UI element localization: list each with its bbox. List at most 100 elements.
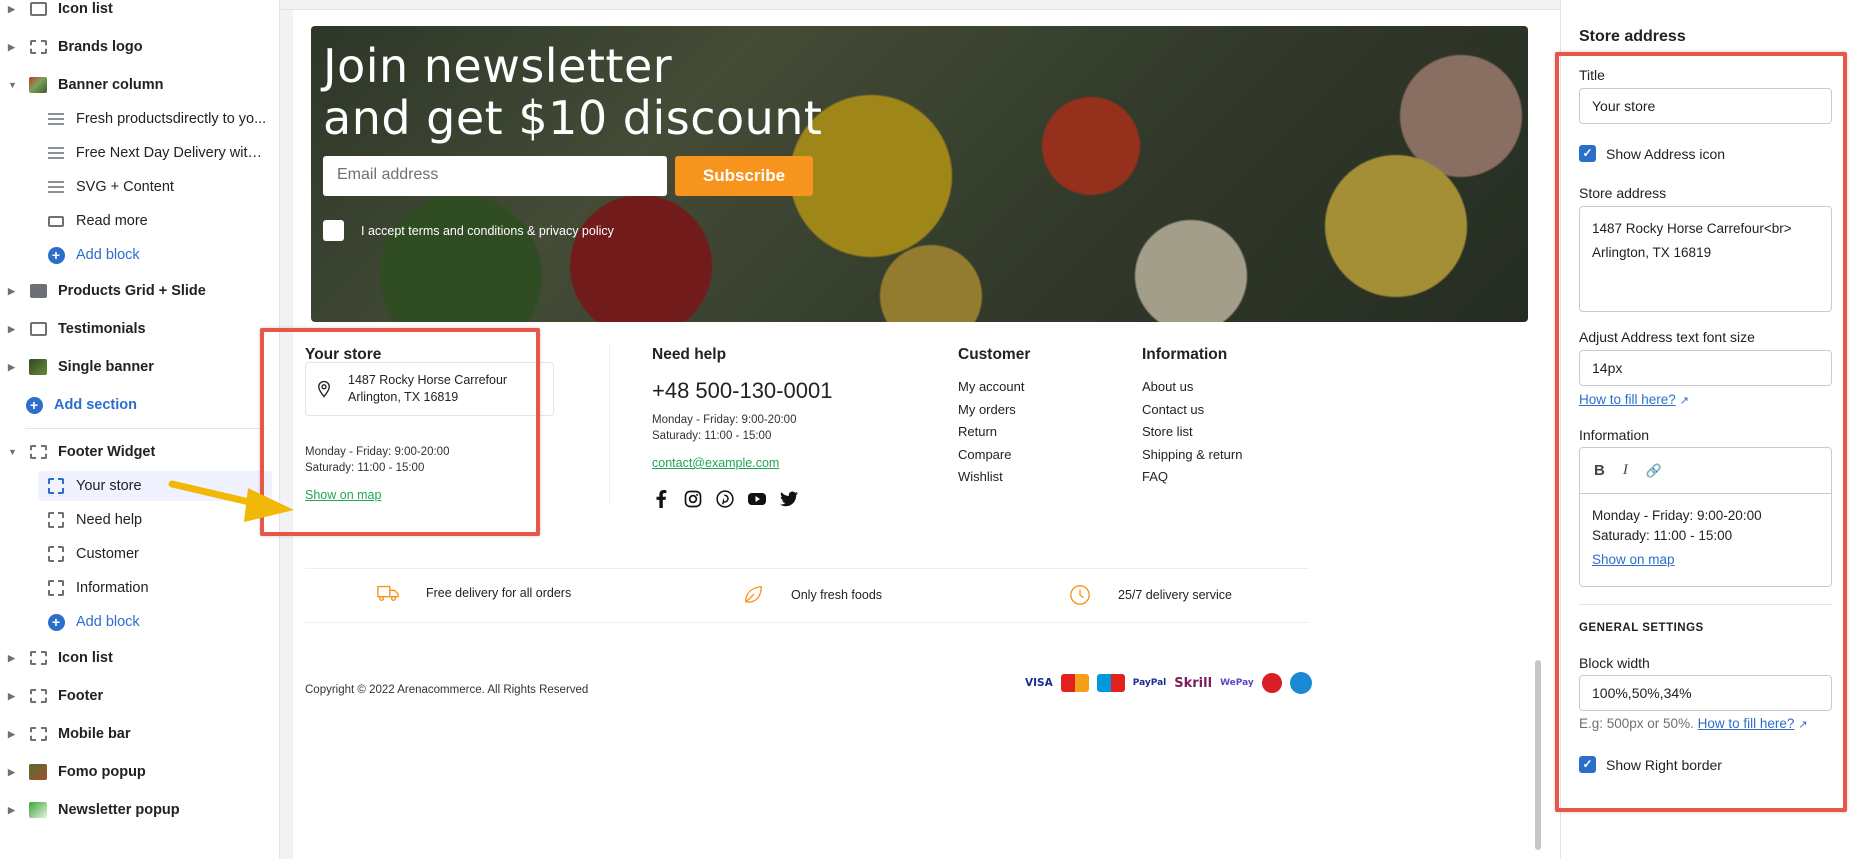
help-hours: Monday - Friday: 9:00-20:00 Saturady: 11… [652, 412, 832, 444]
copyright-text: Copyright © 2022 Arenacommerce. All Righ… [305, 684, 589, 696]
information-title: Information [1142, 346, 1228, 363]
section-icon [28, 38, 48, 56]
email-input[interactable]: Email address [323, 156, 667, 196]
block-free-delivery[interactable]: Free Next Day Delivery withi... [0, 138, 270, 168]
hours-line2: Saturady: 11:00 - 15:00 [652, 430, 772, 442]
payment-icons: VISA PayPal Skrill WePay [1025, 672, 1312, 694]
section-banner-column[interactable]: ▼ Banner column [0, 70, 270, 100]
dashed-block-icon [46, 511, 66, 529]
slicepay-icon [1289, 672, 1312, 694]
footer-need-help: Need help +48 500-130-0001 Monday - Frid… [652, 346, 832, 508]
menu-link-faq[interactable]: FAQ [1142, 466, 1242, 489]
banner-content: Join newsletter and get $10 discount [323, 40, 822, 144]
section-mobile-bar[interactable]: ▶ Mobile bar [0, 719, 270, 749]
chevron-right-icon[interactable]: ▶ [8, 691, 22, 702]
add-icon: + [24, 396, 44, 414]
chevron-down-icon[interactable]: ▼ [8, 447, 22, 457]
information-menu: About us Contact us Store list Shipping … [1142, 376, 1242, 489]
block-fresh-products[interactable]: Fresh productsdirectly to yo... [0, 104, 270, 134]
youtube-icon[interactable] [748, 490, 766, 508]
divider [305, 622, 1309, 623]
menu-link-about-us[interactable]: About us [1142, 376, 1242, 399]
block-read-more[interactable]: Read more [0, 206, 270, 236]
dashed-block-icon [46, 579, 66, 597]
section-label: Mobile bar [58, 726, 131, 742]
divider [305, 568, 1309, 569]
chevron-right-icon[interactable]: ▶ [8, 653, 22, 664]
block-information[interactable]: Information [0, 573, 270, 603]
add-icon: + [46, 613, 66, 631]
section-footer-widget[interactable]: ▼ Footer Widget [0, 437, 270, 467]
contact-email-link[interactable]: contact@example.com [652, 456, 832, 470]
chevron-right-icon[interactable]: ▶ [8, 324, 22, 335]
highlight-settings [1555, 52, 1847, 812]
chevron-right-icon[interactable]: ▶ [8, 362, 22, 373]
section-testimonials[interactable]: ▶ Testimonials [0, 314, 270, 344]
terms-row: I accept terms and conditions & privacy … [323, 220, 614, 241]
banner-title-line2: and get $10 discount [323, 91, 823, 145]
menu-link-shipping-return[interactable]: Shipping & return [1142, 444, 1242, 467]
preview-scrollbar[interactable] [1535, 660, 1541, 850]
help-phone[interactable]: +48 500-130-0001 [652, 378, 832, 404]
chevron-right-icon[interactable]: ▶ [8, 729, 22, 740]
section-icon-list-top[interactable]: ▶ Icon list [0, 0, 270, 24]
terms-checkbox[interactable] [323, 220, 344, 241]
feature-free-delivery: Free delivery for all orders [377, 582, 571, 604]
dashed-block-icon [46, 477, 66, 495]
photo-icon [28, 76, 48, 94]
footer-customer: Customer My account My orders Return Com… [958, 346, 1030, 489]
add-section-button[interactable]: + Add section [0, 390, 270, 420]
hours-line1: Monday - Friday: 9:00-20:00 [652, 414, 797, 426]
section-label: Banner column [58, 77, 164, 93]
block-label: Information [76, 580, 149, 596]
section-icon [28, 0, 48, 18]
facebook-icon[interactable] [652, 490, 670, 508]
customer-menu: My account My orders Return Compare Wish… [958, 376, 1030, 489]
chevron-right-icon[interactable]: ▶ [8, 805, 22, 816]
section-label: Footer [58, 688, 104, 704]
chevron-right-icon[interactable]: ▶ [8, 4, 22, 15]
preview-top-strip [280, 0, 1560, 10]
add-section-label: Add section [54, 397, 137, 413]
twitter-icon[interactable] [780, 490, 798, 508]
menu-link-my-account[interactable]: My account [958, 376, 1030, 399]
section-fomo-popup[interactable]: ▶ Fomo popup [0, 757, 270, 787]
section-icon-list[interactable]: ▶ Icon list [0, 643, 270, 673]
feature-label: 25/7 delivery service [1118, 588, 1232, 602]
block-svg-content[interactable]: SVG + Content [0, 172, 270, 202]
block-customer[interactable]: Customer [0, 539, 270, 569]
chevron-right-icon[interactable]: ▶ [8, 42, 22, 53]
wepay-icon: WePay [1220, 678, 1254, 688]
block-label: Free Next Day Delivery withi... [75, 145, 270, 161]
menu-link-store-list[interactable]: Store list [1142, 421, 1242, 444]
section-icon [28, 443, 48, 461]
menu-link-compare[interactable]: Compare [958, 444, 1030, 467]
section-icon [28, 725, 48, 743]
menu-link-return[interactable]: Return [958, 421, 1030, 444]
add-block-button[interactable]: + Add block [0, 240, 270, 270]
section-footer[interactable]: ▶ Footer [0, 681, 270, 711]
section-single-banner[interactable]: ▶ Single banner [0, 352, 270, 382]
add-block-button[interactable]: + Add block [0, 607, 270, 637]
section-newsletter-popup[interactable]: ▶ Newsletter popup [0, 795, 270, 825]
menu-link-my-orders[interactable]: My orders [958, 399, 1030, 422]
feature-delivery-service: 25/7 delivery service [1069, 584, 1232, 606]
skrill-icon: Skrill [1174, 675, 1213, 691]
chevron-right-icon[interactable]: ▶ [8, 286, 22, 297]
social-links [652, 490, 832, 508]
block-label: Fresh productsdirectly to yo... [76, 111, 267, 127]
section-products-grid[interactable]: ▶ Products Grid + Slide [0, 276, 270, 306]
text-lines-icon [46, 144, 66, 162]
pinterest-icon[interactable] [716, 490, 734, 508]
add-block-label: Add block [76, 614, 140, 630]
pointer-arrow-icon [168, 480, 294, 522]
chevron-right-icon[interactable]: ▶ [8, 767, 22, 778]
menu-link-wishlist[interactable]: Wishlist [958, 466, 1030, 489]
section-brands-logo[interactable]: ▶ Brands logo [0, 32, 270, 62]
instagram-icon[interactable] [684, 490, 702, 508]
dashed-block-icon [46, 545, 66, 563]
chevron-down-icon[interactable]: ▼ [8, 80, 22, 90]
section-icon [28, 687, 48, 705]
subscribe-button[interactable]: Subscribe [675, 156, 813, 196]
menu-link-contact-us[interactable]: Contact us [1142, 399, 1242, 422]
